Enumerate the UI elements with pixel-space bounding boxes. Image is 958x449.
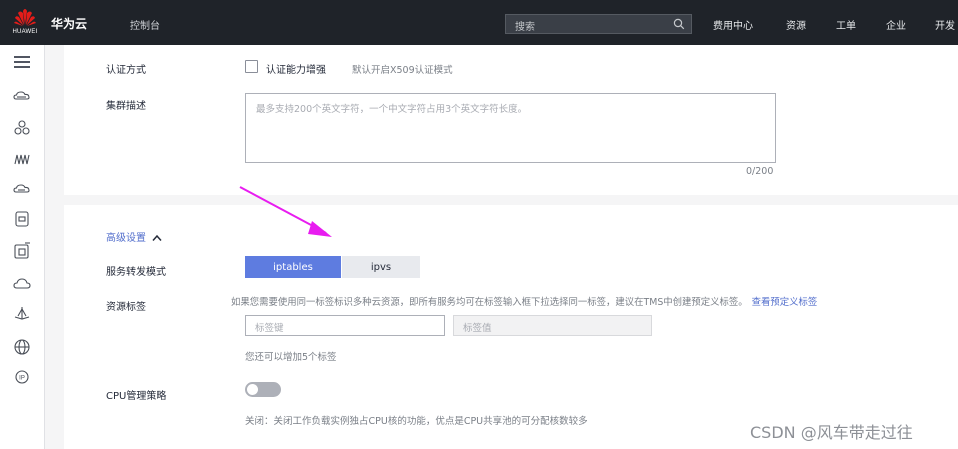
- nav-enterprise[interactable]: 企业: [886, 17, 906, 32]
- csdn-watermark: CSDN @风车带走过往: [750, 423, 913, 442]
- annotation-arrow-icon: [239, 186, 332, 237]
- tag-value-placeholder: 标签值: [463, 323, 492, 334]
- nav-billing-center[interactable]: 费用中心: [713, 17, 753, 32]
- cloud-server-icon[interactable]: [11, 85, 33, 107]
- huawei-flower-icon: [14, 9, 36, 26]
- search-placeholder: 搜索: [515, 22, 535, 33]
- ip-icon[interactable]: IP: [11, 366, 33, 388]
- search-icon[interactable]: [673, 18, 685, 30]
- advanced-settings-panel: 高级设置 服务转发模式 iptables ipvs 资源标签 如果您需要使用同一…: [64, 205, 958, 449]
- mode-iptables-button[interactable]: iptables: [245, 256, 341, 278]
- view-predefined-tags-link[interactable]: 查看预定义标签: [752, 297, 818, 308]
- nav-tickets[interactable]: 工单: [836, 17, 856, 32]
- resource-tags-label: 资源标签: [106, 302, 146, 313]
- cpu-policy-toggle[interactable]: [245, 382, 281, 397]
- top-navigation-bar: HUAWEI 华为云 控制台 搜索 费用中心 资源 工单 企业 开发: [0, 0, 958, 45]
- console-link[interactable]: 控制台: [130, 17, 160, 32]
- nav-developer[interactable]: 开发: [935, 17, 955, 32]
- cluster-description-label: 集群描述: [106, 101, 146, 112]
- tags-remaining: 您还可以增加5个标签: [245, 352, 337, 363]
- cloud-icon[interactable]: [11, 273, 33, 295]
- logo-text: HUAWEI: [12, 29, 38, 35]
- cpu-policy-label: CPU管理策略: [106, 391, 167, 402]
- huawei-logo[interactable]: HUAWEI: [6, 7, 44, 39]
- svg-text:IP: IP: [19, 376, 25, 382]
- resource-tags-hint: 如果您需要使用同一标签标识多种云资源，即所有服务均可在标签输入框下拉选择同一标签…: [231, 294, 817, 308]
- tag-key-input[interactable]: 标签键: [245, 315, 445, 336]
- globe-icon[interactable]: [11, 336, 33, 358]
- cluster-icon[interactable]: [11, 117, 33, 139]
- auth-method-label: 认证方式: [106, 65, 146, 76]
- advanced-settings-toggle[interactable]: 高级设置: [106, 229, 162, 244]
- search-input[interactable]: 搜索: [505, 14, 692, 34]
- brand-name[interactable]: 华为云: [51, 15, 87, 32]
- description-placeholder: 最多支持200个英文字符，一个中文字符占用3个英文字符长度。: [256, 104, 528, 115]
- network-icon[interactable]: [11, 148, 33, 170]
- description-counter: 0/200: [746, 166, 774, 177]
- storage-icon[interactable]: [11, 178, 33, 200]
- toggle-knob: [247, 384, 258, 395]
- nav-resources[interactable]: 资源: [786, 17, 806, 32]
- database-icon[interactable]: [11, 208, 33, 230]
- cpu-policy-hint: 关闭：关闭工作负载实例独占CPU核的功能，优点是CPU共享池的可分配核数较多: [245, 416, 588, 427]
- auth-enhance-checkbox[interactable]: [245, 60, 258, 73]
- advanced-settings-label: 高级设置: [106, 233, 146, 244]
- ship-icon[interactable]: [11, 303, 33, 325]
- tag-key-placeholder: 标签键: [255, 323, 284, 334]
- mode-ipvs-button[interactable]: ipvs: [342, 256, 420, 278]
- container-icon[interactable]: [11, 240, 33, 262]
- chevron-up-icon: [152, 234, 162, 241]
- service-forwarding-label: 服务转发模式: [106, 267, 166, 278]
- menu-icon[interactable]: [11, 51, 33, 73]
- basic-settings-panel: 认证方式 认证能力增强 默认开启X509认证模式 集群描述 最多支持200个英文…: [64, 45, 958, 195]
- tags-hint-text: 如果您需要使用同一标签标识多种云资源，即所有服务均可在标签输入框下拉选择同一标签…: [231, 297, 748, 308]
- auth-hint: 默认开启X509认证模式: [352, 65, 453, 76]
- tag-value-input[interactable]: 标签值: [453, 315, 652, 336]
- auth-enhance-label[interactable]: 认证能力增强: [266, 61, 326, 76]
- cluster-description-textarea[interactable]: 最多支持200个英文字符，一个中文字符占用3个英文字符长度。: [245, 93, 776, 163]
- left-sidebar: IP: [0, 45, 45, 449]
